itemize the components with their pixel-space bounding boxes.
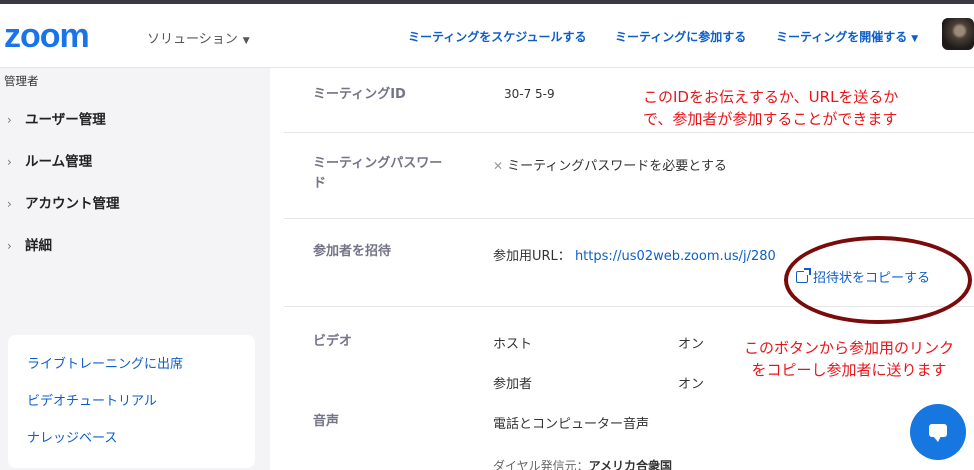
video-label: ビデオ bbox=[313, 334, 353, 349]
chat-support-button[interactable] bbox=[910, 404, 966, 460]
join-url-label: 参加用URL： bbox=[493, 249, 571, 264]
divider bbox=[284, 218, 974, 219]
meeting-password-value: ✕ ミーティングパスワードを必要とする bbox=[493, 155, 727, 174]
sidebar-item-room-management[interactable]: › ルーム管理 bbox=[0, 148, 270, 176]
meeting-password-label: ミーティングパスワー ド bbox=[313, 154, 442, 194]
close-icon: ✕ bbox=[493, 159, 504, 173]
help-links-box: ライブトレーニングに出席 ビデオチュートリアル ナレッジベース bbox=[8, 335, 255, 468]
invite-participants-label: 参加者を招待 bbox=[313, 244, 392, 259]
sidebar-section-label: 管理者 bbox=[4, 74, 39, 88]
live-training-link[interactable]: ライブトレーニングに出席 bbox=[27, 353, 183, 372]
dial-in-value: アメリカ合衆国 bbox=[588, 459, 673, 470]
meeting-id-value: 30-7 5-9 bbox=[504, 87, 555, 101]
join-meeting-link[interactable]: ミーティングに参加する bbox=[615, 28, 746, 45]
annotation-copy-button-line1: このボタンから参加用のリンク bbox=[744, 339, 955, 357]
sidebar-item-account-management[interactable]: › アカウント管理 bbox=[0, 190, 270, 218]
sidebar-item-label: 詳細 bbox=[25, 238, 52, 254]
annotation-copy-button-line2: をコピーし参加者に送ります bbox=[751, 361, 947, 379]
chevron-right-icon: › bbox=[7, 197, 12, 211]
annotation-id-url-line1: このIDをお伝えするか、URLを送るか bbox=[643, 88, 899, 106]
zoom-logo[interactable]: zoom bbox=[4, 16, 90, 56]
join-url-row: 参加用URL： https://us02web.zoom.us/j/280 bbox=[493, 245, 776, 264]
sidebar-item-label: ユーザー管理 bbox=[25, 112, 106, 128]
video-tutorials-link[interactable]: ビデオチュートリアル bbox=[27, 390, 157, 409]
solutions-menu[interactable]: ソリューション ▼ bbox=[147, 28, 250, 47]
video-host-value: オン bbox=[678, 337, 705, 352]
dial-in-label: ダイヤル発信元： bbox=[493, 459, 589, 470]
sidebar: 管理者 › ユーザー管理 › ルーム管理 › アカウント管理 › 詳細 ライブト… bbox=[0, 68, 270, 470]
knowledge-base-link[interactable]: ナレッジベース bbox=[27, 427, 117, 446]
meeting-password-value-text: ミーティングパスワードを必要とする bbox=[507, 159, 727, 174]
schedule-meeting-link[interactable]: ミーティングをスケジュールする bbox=[408, 28, 586, 45]
chevron-right-icon: › bbox=[7, 239, 12, 253]
dial-in-row: ダイヤル発信元：アメリカ合衆国 bbox=[493, 457, 672, 470]
sidebar-item-label: ルーム管理 bbox=[25, 154, 93, 170]
avatar[interactable] bbox=[942, 18, 974, 50]
sidebar-item-user-management[interactable]: › ユーザー管理 bbox=[0, 106, 270, 134]
chevron-right-icon: › bbox=[7, 155, 12, 169]
chat-icon bbox=[929, 424, 947, 442]
chevron-right-icon: › bbox=[7, 113, 12, 127]
solutions-menu-label: ソリューション bbox=[147, 32, 238, 47]
video-participant-value: オン bbox=[678, 377, 705, 392]
host-meeting-label: ミーティングを開催する bbox=[776, 30, 908, 44]
highlight-ring bbox=[784, 236, 972, 324]
meeting-password-label-line2: ド bbox=[313, 176, 327, 191]
annotation-copy-button: このボタンから参加用のリンク をコピーし参加者に送ります bbox=[744, 337, 954, 381]
sidebar-item-advanced[interactable]: › 詳細 bbox=[0, 232, 270, 260]
divider bbox=[284, 132, 974, 133]
video-participant-label: 参加者 bbox=[493, 377, 533, 392]
join-url-link[interactable]: https://us02web.zoom.us/j/280 bbox=[575, 249, 776, 264]
host-meeting-menu[interactable]: ミーティングを開催する ▼ bbox=[776, 28, 918, 45]
audio-label: 音声 bbox=[313, 414, 340, 429]
audio-value: 電話とコンピューター音声 bbox=[493, 417, 650, 432]
meeting-password-label-line1: ミーティングパスワー bbox=[313, 156, 443, 171]
annotation-id-url: このIDをお伝えするか、URLを送るか で、参加者が参加することができます bbox=[643, 86, 898, 130]
site-header: zoom ソリューション ▼ ミーティングをスケジュールする ミーティングに参加す… bbox=[0, 4, 974, 68]
sidebar-item-label: アカウント管理 bbox=[25, 196, 120, 212]
video-host-label: ホスト bbox=[493, 337, 533, 352]
meeting-id-label: ミーティングID bbox=[313, 87, 406, 102]
annotation-id-url-line2: で、参加者が参加することができます bbox=[643, 110, 898, 128]
chevron-down-icon: ▼ bbox=[242, 36, 250, 46]
chevron-down-icon: ▼ bbox=[911, 34, 919, 44]
